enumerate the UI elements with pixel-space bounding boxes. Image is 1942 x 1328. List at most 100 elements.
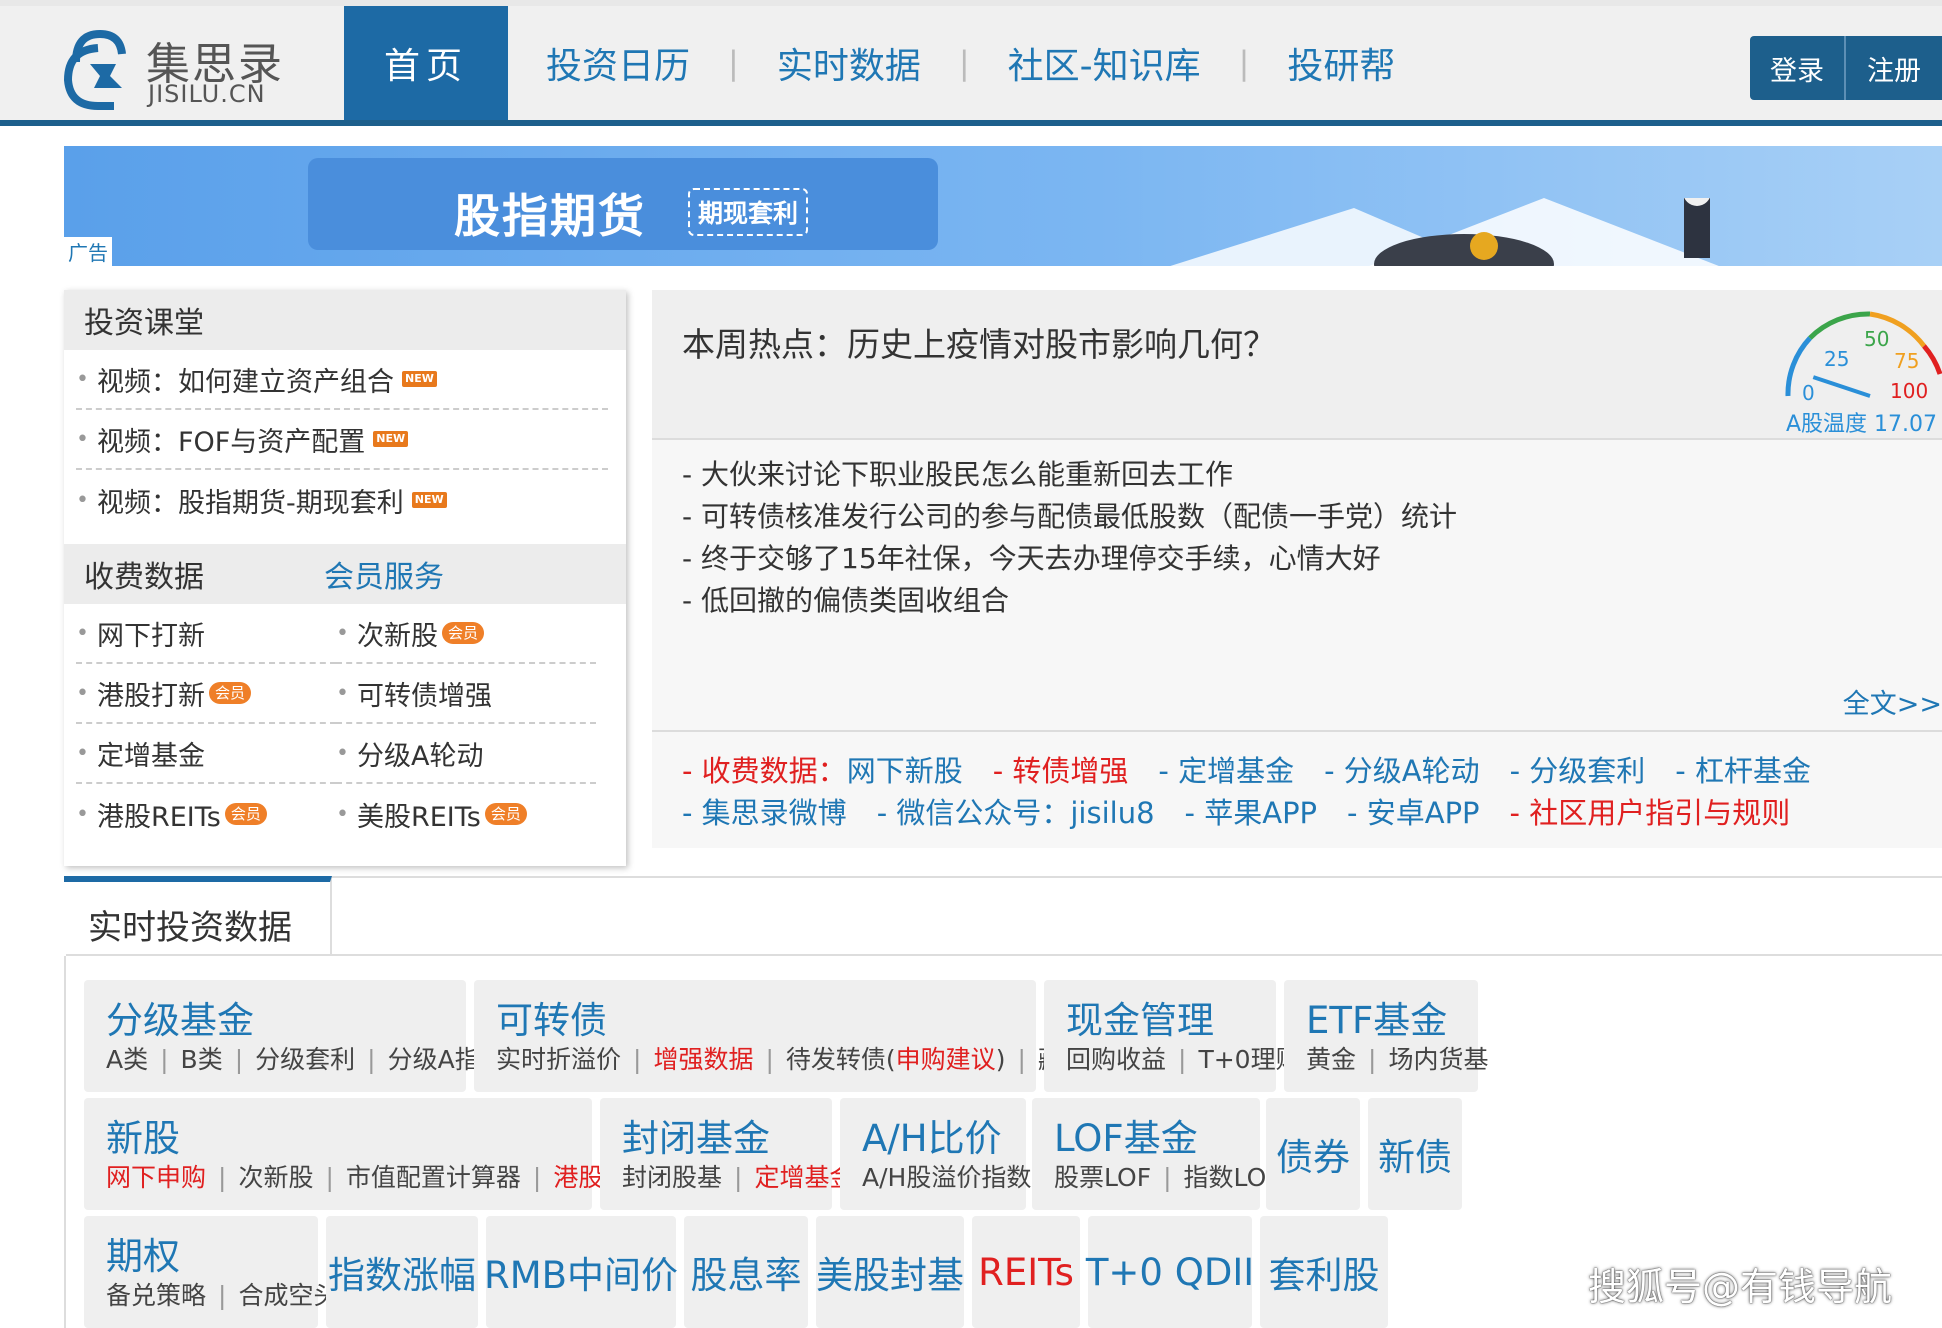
data-tile-links: 股票LOF | 指数LOF <box>1054 1158 1281 1194</box>
data-tile-link[interactable]: A类 <box>106 1045 148 1074</box>
link-separator: | <box>234 1045 244 1074</box>
data-tile-link-text: 待发转债( <box>785 1045 896 1074</box>
quick-link[interactable]: - 分级A轮动 <box>1324 754 1480 788</box>
gauge-tick: 0 <box>1802 381 1815 405</box>
data-tile[interactable]: 新股网下申购|次新股|市值配置计算器|港股打新 <box>84 1098 653 1210</box>
link-separator: | <box>633 1045 642 1074</box>
data-tile[interactable]: ETF基金 黄金 | 场内货基 <box>1284 980 1488 1092</box>
data-tile-links: A类 | B类 | 分级套利 | 分级A指数 <box>106 1040 505 1076</box>
nav-home[interactable]: 首页 <box>344 6 509 120</box>
data-tile-link[interactable]: 待发转债(申购建议) <box>786 1045 1006 1074</box>
quick-link[interactable]: - 苹果APP <box>1185 796 1318 830</box>
fee-item[interactable]: • 港股REITs 会员 <box>76 784 336 844</box>
nav-community[interactable]: 社区-知识库 <box>970 6 1239 120</box>
data-tile[interactable]: 美股封基 <box>816 1216 964 1328</box>
data-tile[interactable]: 封闭基金 封闭股基 | 定增基金 <box>600 1098 854 1210</box>
fee-item[interactable]: • 网下打新 <box>76 604 336 664</box>
fee-item[interactable]: • 次新股 会员 <box>336 604 596 664</box>
site-logo[interactable]: 集思录 JISILU.CN <box>62 24 302 114</box>
data-tile-link[interactable]: 股票LOF <box>1054 1163 1151 1192</box>
course-item[interactable]: • 视频：股指期货-期现套利 NEW <box>76 470 608 530</box>
link-separator: | <box>218 1163 227 1192</box>
fee-item-label: 可转债增强 <box>356 680 492 712</box>
read-more-link[interactable]: 全文>> <box>1843 682 1942 721</box>
quick-link[interactable]: 网下新股 <box>847 754 963 788</box>
data-tile[interactable]: A/H比价 A/H股溢价指数 <box>840 1098 1031 1210</box>
course-item[interactable]: • 视频：如何建立资产组合 NEW <box>76 350 608 410</box>
quick-link[interactable]: - 安卓APP <box>1347 796 1480 830</box>
quick-link[interactable]: - 转债增强 <box>993 754 1129 788</box>
fee-item[interactable]: • 美股REITs 会员 <box>336 784 596 844</box>
data-tile-link-text: 网下申购 <box>106 1163 207 1192</box>
fee-item[interactable]: • 定增基金 <box>76 724 336 784</box>
data-tile-link[interactable]: B类 <box>181 1045 223 1074</box>
data-tile-links: 网下申购|次新股|市值配置计算器|港股打新 <box>106 1158 653 1194</box>
data-tile[interactable]: 期权 备兑策略 | 合成空头 <box>84 1216 338 1328</box>
vip-badge: 会员 <box>441 622 484 644</box>
data-tile-title: 新债 <box>1378 1136 1452 1179</box>
register-button[interactable]: 注册 <box>1846 36 1942 100</box>
ad-banner[interactable]: 股指期货 期现套利 广告 <box>64 146 1942 266</box>
hot-topic-item[interactable]: - 可转债核准发行公司的参与配债最低股数（配债一手党）统计 <box>682 496 1457 538</box>
quick-link[interactable]: - 杠杆基金 <box>1675 754 1811 788</box>
data-tile[interactable]: 股息率 <box>684 1216 808 1328</box>
quick-link[interactable]: - 微信公众号：jisilu8 <box>877 796 1155 830</box>
quick-link[interactable]: - 收费数据： <box>682 754 847 788</box>
data-tile[interactable]: 债券 <box>1266 1098 1360 1210</box>
data-tile-link[interactable]: 黄金 <box>1306 1045 1356 1074</box>
hot-topic-item[interactable]: - 大伙来讨论下职业股民怎么能重新回去工作 <box>682 454 1457 496</box>
quick-link[interactable]: - 定增基金 <box>1158 754 1294 788</box>
data-tile[interactable]: RMB中间价 <box>484 1216 678 1328</box>
data-tile[interactable]: T+0 QDII <box>1086 1216 1254 1328</box>
nav-realtime-data[interactable]: 实时数据 <box>739 6 959 120</box>
data-tile-link[interactable]: A/H股溢价指数 <box>862 1163 1031 1192</box>
data-tile[interactable]: 分级基金 A类 | B类 | 分级套利 | 分级A指数 <box>84 980 505 1092</box>
bullet-icon: • <box>76 426 89 452</box>
data-tile-link[interactable]: 实时折溢价 <box>496 1045 621 1074</box>
new-badge: NEW <box>373 431 409 447</box>
data-tile-link[interactable]: 回购收益 <box>1066 1045 1166 1074</box>
hot-topic-item[interactable]: - 终于交够了15年社保，今天去办理停交手续，心情大好 <box>682 538 1457 580</box>
course-item[interactable]: • 视频：FOF与资产配置 NEW <box>76 410 608 470</box>
hot-headline[interactable]: 本周热点：历史上疫情对股市影响几何？ <box>682 318 1276 366</box>
data-tile[interactable]: 可转债实时折溢价|增强数据|待发转债(申购建议)|藏宝图 <box>474 980 1113 1092</box>
data-tile-title: 套利股 <box>1268 1254 1380 1297</box>
fee-item[interactable]: • 分级A轮动 <box>336 724 596 784</box>
data-tile-link[interactable]: 增强数据 <box>653 1045 753 1074</box>
hot-topic-item[interactable]: - 低回撤的偏债类固收组合 <box>682 580 1457 622</box>
nav-research[interactable]: 投研帮 <box>1249 6 1433 120</box>
data-tile[interactable]: REITs <box>972 1216 1080 1328</box>
quick-link[interactable]: - 集思录微博 <box>682 796 847 830</box>
data-tile[interactable]: 现金管理 回购收益 | T+0理财 <box>1044 980 1301 1092</box>
data-tile-link[interactable]: 场内货基 <box>1388 1045 1488 1074</box>
data-tile-link-text: 分级套利 <box>255 1045 356 1074</box>
login-button[interactable]: 登录 <box>1750 36 1846 100</box>
quick-link[interactable]: - 分级套利 <box>1510 754 1646 788</box>
data-tile-link[interactable]: 次新股 <box>238 1163 313 1192</box>
vip-badge: 会员 <box>484 803 527 825</box>
fee-item-label: 美股REITs <box>356 801 481 833</box>
tab-realtime-data[interactable]: 实时投资数据 <box>64 876 332 956</box>
data-tile-link[interactable]: 封闭股基 <box>622 1163 722 1192</box>
quick-link[interactable]: - 社区用户指引与规则 <box>1510 796 1791 830</box>
data-tile[interactable]: 套利股 <box>1260 1216 1388 1328</box>
data-tile[interactable]: LOF基金 股票LOF | 指数LOF <box>1032 1098 1281 1210</box>
fee-item[interactable]: • 可转债增强 <box>336 664 596 724</box>
data-tile[interactable]: 指数涨幅 <box>326 1216 478 1328</box>
data-tile[interactable]: 新债 <box>1368 1098 1462 1210</box>
data-tile-link[interactable]: 网下申购 <box>106 1163 206 1192</box>
fee-item[interactable]: • 港股打新 会员 <box>76 664 336 724</box>
nav-calendar[interactable]: 投资日历 <box>508 6 728 120</box>
data-tile-title: 期权 <box>106 1235 180 1278</box>
data-tile-link[interactable]: 市值配置计算器 <box>346 1163 521 1192</box>
member-service-link[interactable]: 会员服务 <box>324 552 444 596</box>
data-tile-link-text: 封闭股基 <box>622 1163 723 1192</box>
data-tile-links: 实时折溢价|增强数据|待发转债(申购建议)|藏宝图 <box>496 1040 1113 1076</box>
new-badge: NEW <box>401 371 437 387</box>
market-temperature-gauge[interactable]: 0 25 50 75 100 A股温度 17.07 <box>1770 294 1942 437</box>
data-tile-link[interactable]: 合成空头 <box>238 1281 338 1310</box>
top-navigation-bar: 集思录 JISILU.CN 首页 投资日历 | 实时数据 | 社区-知识库 | … <box>0 0 1942 126</box>
data-tile-link[interactable]: 备兑策略 <box>106 1281 206 1310</box>
gauge-tick: 25 <box>1824 347 1849 371</box>
data-tile-link[interactable]: 分级套利 <box>255 1045 355 1074</box>
